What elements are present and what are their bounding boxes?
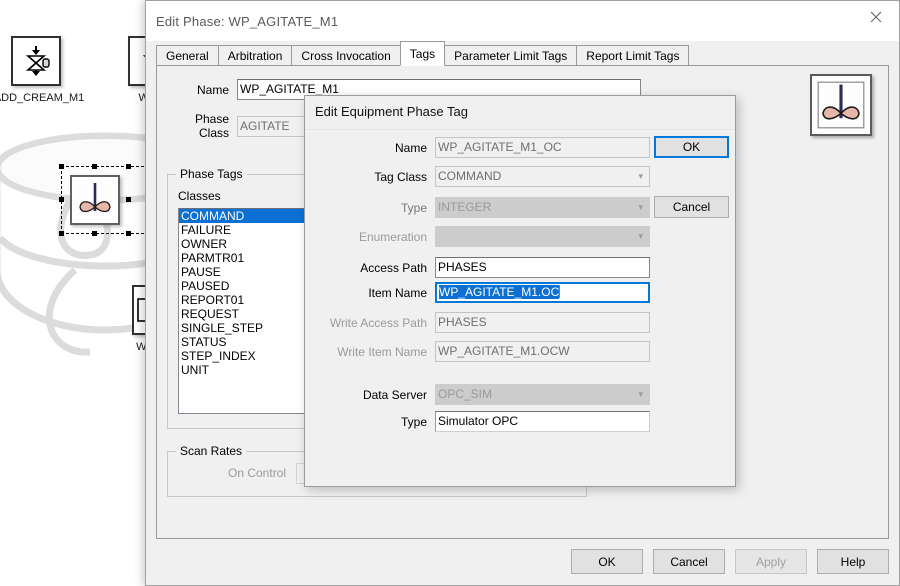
name-label: Name: [196, 82, 229, 97]
valve-icon: [25, 46, 50, 76]
list-item[interactable]: PARMTR01: [179, 251, 307, 265]
help-button[interactable]: Help: [817, 549, 889, 574]
modal-type-label: Type: [400, 200, 427, 215]
list-item[interactable]: FAILURE: [179, 223, 307, 237]
modal-item-name-value: WP_AGITATE_M1.OC: [439, 285, 560, 299]
on-control-label: On Control: [228, 466, 287, 480]
modal-data-server-row: Data Server OPC_SIM ▾: [315, 384, 650, 405]
list-item[interactable]: PAUSE: [179, 265, 307, 279]
list-item[interactable]: STEP_INDEX: [179, 349, 307, 363]
modal-write-item-name-row: Write Item Name WP_AGITATE_M1.OCW: [315, 341, 650, 362]
modal-item-name-input[interactable]: WP_AGITATE_M1.OC: [435, 282, 650, 303]
phase-tags-group-title: Phase Tags: [176, 167, 247, 181]
window-title: Edit Phase: WP_AGITATE_M1: [156, 13, 339, 29]
modal-enumeration-label: Enumeration: [358, 229, 427, 244]
cancel-button[interactable]: Cancel: [653, 549, 725, 574]
modal-data-server-combo: OPC_SIM ▾: [435, 384, 650, 405]
modal-write-item-name-label: Write Item Name: [337, 344, 427, 359]
list-item[interactable]: OWNER: [179, 237, 307, 251]
ok-button[interactable]: OK: [571, 549, 643, 574]
modal-write-access-path-input: PHASES: [435, 312, 650, 333]
tabstrip[interactable]: General Arbitration Cross Invocation Tag…: [156, 41, 889, 66]
modal-write-access-path-row: Write Access Path PHASES: [315, 312, 650, 333]
resize-handle-nw[interactable]: [59, 164, 64, 169]
resize-handle-sw[interactable]: [59, 231, 64, 236]
edit-equipment-phase-tag-dialog: Edit Equipment Phase Tag Name WP_AGITATE…: [304, 95, 736, 487]
modal-item-name-label: Item Name: [368, 285, 427, 300]
list-item[interactable]: UNIT: [179, 363, 307, 377]
modal-cancel-button[interactable]: Cancel: [654, 196, 729, 218]
node-add-cream[interactable]: _ADD_CREAM_M1: [0, 36, 84, 104]
chevron-down-icon: ▾: [638, 389, 643, 399]
node-label: _ADD_CREAM_M1: [0, 92, 85, 104]
resize-handle-s[interactable]: [92, 231, 97, 236]
modal-tag-class-row: Tag Class COMMAND ▾: [315, 166, 650, 187]
modal-write-access-path-label: Write Access Path: [329, 315, 427, 330]
node-icon-box[interactable]: [11, 36, 61, 86]
modal-access-path-row: Access Path PHASES: [315, 257, 650, 278]
modal-access-path-label: Access Path: [360, 260, 427, 275]
modal-server-type-label: Type: [400, 414, 427, 429]
modal-name-row: Name WP_AGITATE_M1_OC: [315, 137, 650, 158]
list-item[interactable]: REQUEST: [179, 307, 307, 321]
modal-name-input[interactable]: WP_AGITATE_M1_OC: [435, 137, 650, 158]
resize-handle-n[interactable]: [92, 164, 97, 169]
chevron-down-icon: ▾: [638, 231, 643, 241]
chevron-down-icon: ▾: [638, 171, 643, 181]
classes-listbox[interactable]: COMMAND FAILURE OWNER PARMTR01 PAUSE PAU…: [178, 208, 308, 414]
list-item[interactable]: REPORT01: [179, 293, 307, 307]
resize-handle-ne[interactable]: [126, 164, 131, 169]
modal-data-server-label: Data Server: [362, 387, 427, 402]
modal-item-name-row: Item Name WP_AGITATE_M1.OC: [315, 282, 650, 303]
modal-data-server-value: OPC_SIM: [438, 387, 493, 401]
list-item[interactable]: PAUSED: [179, 279, 307, 293]
classes-label: Classes: [178, 189, 221, 203]
modal-write-item-name-input: WP_AGITATE_M1.OCW: [435, 341, 650, 362]
apply-button: Apply: [735, 549, 807, 574]
tab-parameter-limit-tags[interactable]: Parameter Limit Tags: [444, 45, 578, 66]
modal-ok-button[interactable]: OK: [654, 136, 729, 158]
list-item[interactable]: SINGLE_STEP: [179, 321, 307, 335]
modal-tag-class-combo[interactable]: COMMAND ▾: [435, 166, 650, 187]
modal-server-type-input: Simulator OPC: [435, 411, 650, 432]
window-footer: OK Cancel Apply Help: [146, 539, 899, 585]
phase-icon-preview: [810, 74, 872, 136]
list-item[interactable]: COMMAND: [179, 209, 307, 223]
tab-tags[interactable]: Tags: [399, 41, 446, 66]
tab-cross-invocation[interactable]: Cross Invocation: [291, 45, 401, 66]
agitator-icon: [817, 81, 865, 129]
chevron-down-icon: ▾: [638, 202, 643, 212]
modal-enumeration-combo: ▾: [435, 226, 650, 247]
modal-tag-class-value: COMMAND: [438, 169, 502, 183]
modal-type-value: INTEGER: [438, 200, 492, 214]
list-item[interactable]: STATUS: [179, 335, 307, 349]
tab-report-limit-tags[interactable]: Report Limit Tags: [576, 45, 690, 66]
modal-header-divider: [305, 129, 735, 130]
resize-handle-se[interactable]: [126, 231, 131, 236]
window-titlebar[interactable]: Edit Phase: WP_AGITATE_M1: [146, 1, 899, 41]
modal-type-row: Type INTEGER ▾: [315, 197, 650, 218]
resize-handle-e[interactable]: [126, 197, 131, 202]
modal-tag-class-label: Tag Class: [374, 169, 427, 184]
modal-name-label: Name: [394, 140, 427, 155]
tab-general[interactable]: General: [156, 45, 219, 66]
phase-class-label: Phase Class: [194, 112, 229, 140]
scan-rates-group-title: Scan Rates: [176, 444, 247, 458]
close-icon[interactable]: [853, 1, 899, 33]
modal-access-path-input[interactable]: PHASES: [435, 257, 650, 278]
tab-arbitration[interactable]: Arbitration: [217, 45, 293, 66]
screen-root: _ADD_CREAM_M1 WP_ADD: [0, 0, 900, 586]
modal-title: Edit Equipment Phase Tag: [315, 104, 468, 119]
modal-server-type-row: Type Simulator OPC: [315, 411, 650, 432]
modal-type-combo: INTEGER ▾: [435, 197, 650, 218]
modal-enumeration-row: Enumeration ▾: [315, 226, 650, 247]
text-caret: [559, 285, 561, 298]
resize-handle-w[interactable]: [59, 197, 64, 202]
